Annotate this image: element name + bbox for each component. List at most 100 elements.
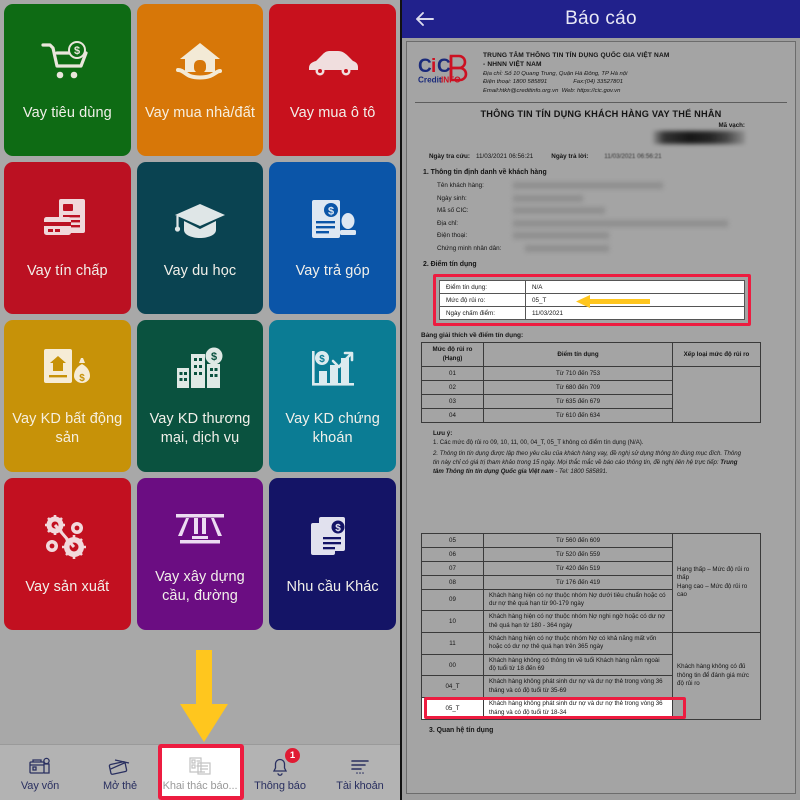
field-row: Mã số CIC: <box>437 204 787 217</box>
lookup-dates-row: Ngày tra cứu: 11/03/2021 06:56:21 Ngày trả… <box>415 146 787 162</box>
field-label: Điện thoại: <box>437 232 468 240</box>
risk-explanation-table-top: Mức độ rủi ro (Hạng) Điểm tín dụng Xếp l… <box>421 342 761 423</box>
nav-item-mo-the[interactable]: Mở thẻ <box>80 745 160 800</box>
table-row: 11 Khách hàng hiện có nợ thuộc nhóm Nợ c… <box>421 632 761 720</box>
tile-vay-kd-thuong-mai[interactable]: $ Vay KD thương mại, dịch vụ <box>136 320 264 472</box>
risk-level-key: Mức độ rủi ro: <box>439 293 526 308</box>
document-letterhead: C i C Credit INFO TRUNG TÂM THÔNG TIN TÍ… <box>415 48 787 99</box>
svg-text:C: C <box>418 56 432 77</box>
tile-vay-tin-chap[interactable]: Vay tín chấp <box>4 162 131 314</box>
section-3-title: 3. Quan hệ tín dụng <box>429 726 494 734</box>
table-row: 05 Từ 560 đến 609 Hạng thấp – Mức độ rủi… <box>421 532 761 634</box>
nav-label: Khai thác báo... <box>162 779 238 792</box>
documents-money-icon: $ <box>307 508 359 566</box>
rank-cell: 00 <box>421 653 484 677</box>
field-label: Mã số CIC: <box>437 207 469 215</box>
org-phone: Điện thoại: 1800 585891 <box>483 79 548 86</box>
tile-vay-kd-bat-dong-san[interactable]: $ Vay KD bất động sản <box>4 320 131 472</box>
field-label: Ngày sinh: <box>437 194 467 202</box>
desc-cell: Khách hàng không có thông tin về tuổi Kh… <box>483 653 673 677</box>
tile-vay-tieu-dung[interactable]: $ Vay tiêu dùng <box>4 4 131 156</box>
bottom-navigation-bar: Vay vốn Mở thẻ Khai thác báo... 1 Thông … <box>0 744 400 800</box>
house-in-hand-icon <box>174 34 226 92</box>
credit-score-box: Điểm tín dụng: N/A Mức độ rủi ro: 05_T N… <box>433 274 751 327</box>
tile-vay-xay-dung-cau-duong[interactable]: Vay xây dựng cầu, đường <box>136 478 264 630</box>
table-row: Điểm tín dụng: N/A <box>439 280 745 295</box>
org-name-line1: TRUNG TÂM THÔNG TIN TÍN DỤNG QUỐC GIA VI… <box>483 52 670 59</box>
tile-nhu-cau-khac[interactable]: $ Nhu cầu Khác <box>269 478 396 630</box>
note-2-part2: - Tel: 1800 585891. <box>553 467 608 475</box>
lookup-date-value: 11/03/2021 06:56:21 <box>475 153 534 161</box>
rank-cell: 11 <box>421 632 484 655</box>
org-email: Email:htkh@creditinfo.org.vn <box>483 87 559 94</box>
rank-cell: 03 <box>421 393 484 409</box>
rank-cell: 02 <box>421 379 484 395</box>
redacted-value <box>513 194 583 202</box>
notes-section: Lưu ý: 1. Các mức độ rủi ro 09, 10, 11, … <box>415 423 745 477</box>
tile-vay-tra-gop[interactable]: $ Vay trả góp <box>269 162 396 314</box>
rank-cell: 04 <box>421 407 484 423</box>
desc-cell: Khách hàng hiện có nợ thuộc nhóm Nợ có k… <box>483 632 673 655</box>
classification-cell-low-high: Hạng thấp – Mức độ rủi ro thấp Hạng cao … <box>672 532 761 634</box>
rank-cell: 07 <box>421 560 484 576</box>
rank-cell: 09 <box>421 588 484 612</box>
left-arrow-indicator <box>574 294 652 309</box>
rank-cell: 06 <box>421 546 484 562</box>
org-address: Địa chỉ: Số 10 Quang Trung, Quận Hà Đông… <box>483 70 628 77</box>
redacted-value <box>513 232 609 240</box>
desc-cell: Khách hàng không phát sinh dư nợ và dư n… <box>483 697 673 720</box>
shopping-cart-money-icon: $ <box>41 34 93 92</box>
report-app-header: Báo cáo <box>402 0 800 38</box>
svg-text:$: $ <box>211 351 217 363</box>
rank-cell: 10 <box>421 610 484 634</box>
redacted-value <box>513 182 663 190</box>
score-range-cell: Từ 710 đến 753 <box>483 365 673 381</box>
field-row: Ngày sinh: <box>437 192 787 205</box>
nav-item-tai-khoan[interactable]: Tài khoản <box>320 745 400 800</box>
gears-icon <box>41 508 93 566</box>
nav-label: Vay vốn <box>20 779 60 792</box>
cards-icon <box>107 754 133 778</box>
lookup-date-label: Ngày tra cứu: <box>429 153 470 161</box>
redacted-value <box>525 244 609 252</box>
car-icon <box>306 34 360 92</box>
svg-text:$: $ <box>328 205 334 217</box>
tile-label: Vay mua nhà/đất <box>144 104 256 121</box>
bell-icon: 1 <box>269 747 300 778</box>
tile-vay-kd-chung-khoan[interactable]: $ Vay KD chứng khoán <box>269 320 396 472</box>
menu-account-icon <box>348 754 372 778</box>
desc-cell: Khách hàng hiện có nợ thuộc nhóm Nợ dưới… <box>483 588 673 612</box>
graduation-cap-icon <box>173 192 227 250</box>
screenshot-root: $ Vay tiêu dùng Vay mua nhà/đất Vay mua … <box>0 0 800 800</box>
redacted-value <box>513 219 728 227</box>
header-score: Điểm tín dụng <box>483 342 673 367</box>
field-row: Điện thoại: <box>437 229 787 242</box>
tile-label: Vay KD bất động sản <box>12 411 123 446</box>
tile-vay-du-hoc[interactable]: Vay du học <box>136 162 264 314</box>
barcode-label: Mã vạch: <box>718 122 745 130</box>
field-label: Chứng minh nhân dân: <box>437 244 502 252</box>
nav-item-khai-thac-bao-cao[interactable]: Khai thác báo... <box>160 745 240 800</box>
back-arrow-icon[interactable] <box>412 6 438 32</box>
svg-text:$: $ <box>319 354 325 365</box>
cic-logo: C i C Credit INFO <box>417 51 475 87</box>
nav-label: Tài khoản <box>336 779 384 792</box>
nav-label: Mở thẻ <box>102 779 138 792</box>
report-viewer-panel: Báo cáo C i C Credit INFO TRUNG TÂM THÔN… <box>400 0 800 800</box>
org-web: Web: https://cic.gov.vn <box>561 87 621 94</box>
page-title: Báo cáo <box>565 8 637 29</box>
svg-text:$: $ <box>80 373 86 384</box>
nav-item-thong-bao[interactable]: 1 Thông báo <box>240 745 320 800</box>
organization-info: TRUNG TÂM THÔNG TIN TÍN DỤNG QUỐC GIA VI… <box>483 51 785 95</box>
table-row: 01 Từ 710 đến 753 <box>421 365 761 423</box>
risk-explanation-table-bottom: 05 Từ 560 đến 609 Hạng thấp – Mức độ rủi… <box>421 532 761 720</box>
field-row: Địa chỉ: <box>437 217 787 230</box>
scoring-date-key: Ngày chấm điểm: <box>439 306 526 321</box>
nav-item-vay-von[interactable]: Vay vốn <box>0 745 80 800</box>
tile-label: Vay tiêu dùng <box>22 104 112 121</box>
tile-vay-mua-nha-dat[interactable]: Vay mua nhà/đất <box>136 4 264 156</box>
tile-vay-mua-o-to[interactable]: Vay mua ô tô <box>269 4 396 156</box>
field-label: Tên khách hàng: <box>437 182 484 190</box>
tile-vay-san-xuat[interactable]: Vay sản xuất <box>4 478 131 630</box>
page-gap <box>415 477 787 533</box>
